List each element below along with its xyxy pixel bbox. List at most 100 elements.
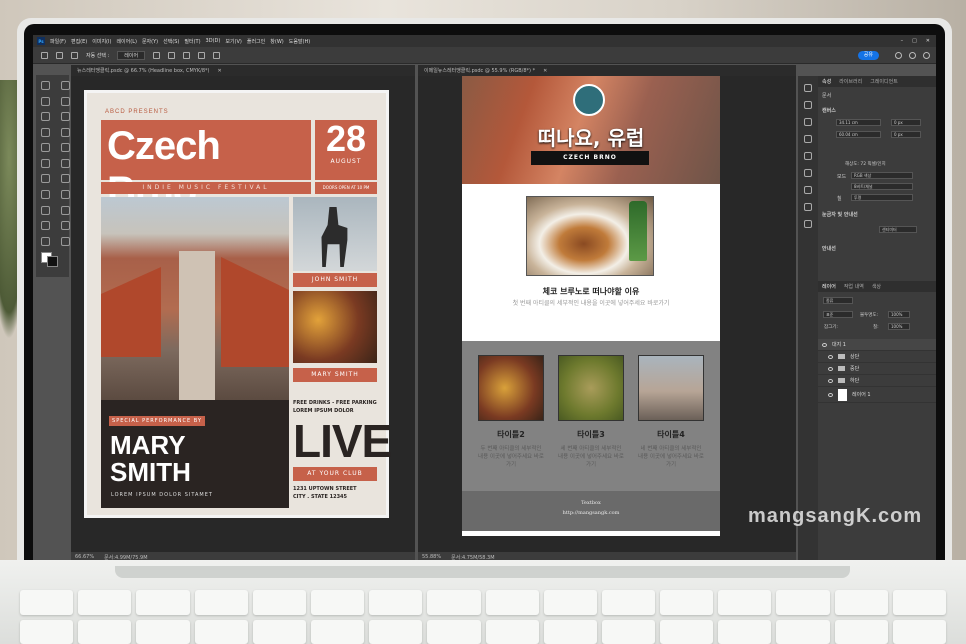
menu-plugins[interactable]: 플러그인 — [247, 38, 265, 45]
blend-mode-dropdown[interactable]: 표준 — [823, 311, 853, 318]
more-options-icon[interactable] — [213, 51, 221, 59]
eye-icon[interactable] — [828, 366, 833, 371]
footer-link[interactable]: http://mangsangk.com — [462, 508, 720, 518]
poster-artboard[interactable]: ABCD PRESENTS Czech Brno 28 AUGUST INDIE… — [84, 90, 392, 518]
zoom-icon[interactable] — [41, 236, 50, 246]
type-icon[interactable] — [41, 205, 50, 215]
layer-row[interactable]: 대지 1 — [818, 339, 936, 351]
tab-layers[interactable]: 레이어 — [822, 283, 836, 290]
info-icon[interactable] — [804, 118, 812, 126]
close-tab-icon[interactable]: ✕ — [543, 68, 547, 74]
bits-dropdown[interactable]: 8비트/채널 — [851, 183, 913, 190]
eye-icon[interactable] — [828, 392, 833, 397]
share-button[interactable]: 공유 — [857, 50, 879, 60]
layer-row[interactable]: 레이어 1 — [818, 387, 936, 403]
menu-image[interactable]: 이미지(I) — [92, 38, 111, 45]
doc2-canvas-area[interactable]: 떠나요, 유럽 CZECH BRNO 체코 브루노로 떠나야할 이유 첫 번째 … — [418, 76, 796, 552]
frame-icon[interactable] — [61, 112, 70, 122]
move-tool-icon[interactable] — [56, 51, 63, 59]
tab-color[interactable]: 색상 — [872, 283, 881, 290]
menu-window[interactable]: 창(W) — [270, 38, 283, 45]
fill2-field[interactable]: 100% — [888, 323, 910, 330]
tab-libraries[interactable]: 라이브러리 — [839, 78, 862, 85]
eyedropper-icon[interactable] — [41, 127, 50, 137]
eye-icon[interactable] — [822, 342, 827, 347]
close-icon[interactable]: ✕ — [926, 38, 930, 44]
mode-dropdown[interactable]: RGB 색상 — [851, 172, 913, 179]
menu-type[interactable]: 문자(Y) — [142, 38, 158, 45]
maximize-icon[interactable]: □ — [912, 38, 917, 44]
pen-icon[interactable] — [61, 190, 70, 200]
color-icon[interactable] — [804, 101, 812, 109]
blur-icon[interactable] — [61, 174, 70, 184]
brush-settings-icon[interactable] — [804, 152, 812, 160]
path-select-icon[interactable] — [61, 205, 70, 215]
tab-gradients[interactable]: 그레이디언트 — [870, 78, 898, 85]
distribute-icon[interactable] — [198, 51, 206, 59]
background-color[interactable] — [47, 256, 58, 268]
history-icon[interactable] — [804, 84, 812, 92]
glyphs-icon[interactable] — [804, 203, 812, 211]
shapes-icon[interactable] — [804, 220, 812, 228]
search-icon[interactable] — [895, 51, 902, 59]
newsletter-artboard[interactable]: 떠나요, 유럽 CZECH BRNO 체코 브루노로 떠나야할 이유 첫 번째 … — [462, 76, 720, 536]
stamp-icon[interactable] — [61, 143, 70, 153]
minimize-icon[interactable]: – — [901, 38, 904, 44]
tab-history[interactable]: 작업 내역 — [844, 283, 864, 290]
workspace-icon[interactable] — [923, 51, 930, 59]
menu-layer[interactable]: 레이어(L) — [116, 38, 137, 45]
help-icon[interactable] — [909, 51, 916, 59]
headline-box[interactable]: Czech Brno — [101, 120, 311, 213]
more-tools-icon[interactable] — [61, 236, 70, 246]
menu-select[interactable]: 선택(S) — [163, 38, 179, 45]
layer-dropdown[interactable]: 레이어 — [117, 50, 146, 60]
width-field[interactable]: 34.11 cm — [836, 119, 881, 126]
menu-edit[interactable]: 편집(E) — [71, 38, 87, 45]
object-select-icon[interactable] — [61, 96, 70, 106]
marquee-icon[interactable] — [61, 81, 70, 90]
eraser-icon[interactable] — [61, 158, 70, 168]
menu-view[interactable]: 보기(V) — [225, 38, 242, 45]
align-left-icon[interactable] — [153, 51, 161, 59]
opacity-field[interactable]: 100% — [888, 311, 910, 318]
doc1-tab[interactable]: 뉴스레터맹클릭.psdc @ 66.7% (Headline box, CMYK… — [71, 65, 415, 76]
doc1-canvas-area[interactable]: ABCD PRESENTS Czech Brno 28 AUGUST INDIE… — [71, 76, 415, 552]
dodge-icon[interactable] — [41, 190, 50, 200]
guides-section-label[interactable]: 안내선 — [822, 245, 836, 252]
eye-icon[interactable] — [828, 354, 833, 359]
fill-dropdown[interactable]: 투명 — [851, 194, 913, 201]
gradient-icon[interactable] — [41, 174, 50, 184]
paragraph-icon[interactable] — [804, 186, 812, 194]
hand-icon[interactable] — [61, 221, 70, 231]
close-tab-icon[interactable]: ✕ — [217, 68, 221, 74]
history-brush-icon[interactable] — [41, 158, 50, 168]
layer-row[interactable]: 상단 — [818, 351, 936, 363]
character-icon[interactable] — [804, 169, 812, 177]
rulers-section-label[interactable]: 눈금자 및 안내선 — [822, 211, 858, 218]
doc2-tab[interactable]: 이메일뉴스레터맹클릭.psdc @ 55.9% (RGB/8*) * ✕ — [418, 65, 796, 76]
auto-select-checkbox[interactable] — [71, 51, 78, 59]
home-icon[interactable] — [41, 51, 48, 59]
layer-kind-filter[interactable]: 종류 — [823, 297, 853, 304]
brush-icon[interactable] — [41, 143, 50, 153]
move-icon[interactable] — [41, 81, 50, 90]
canvas-section-label[interactable]: 캔버스 — [822, 107, 836, 114]
layer-row[interactable]: 하단 — [818, 375, 936, 387]
align-center-icon[interactable] — [168, 51, 176, 59]
menu-filter[interactable]: 필터(T) — [184, 38, 200, 45]
x-field[interactable]: 0 px — [891, 119, 921, 126]
color-swatches[interactable] — [41, 252, 58, 271]
lasso-icon[interactable] — [41, 96, 50, 106]
units-dropdown[interactable]: 센티미터 — [879, 226, 917, 233]
align-right-icon[interactable] — [183, 51, 191, 59]
menu-3d[interactable]: 3D(D) — [206, 38, 221, 44]
shape-icon[interactable] — [41, 221, 50, 231]
y-field[interactable]: 0 px — [891, 131, 921, 138]
layer-row[interactable]: 중단 — [818, 363, 936, 375]
menu-help[interactable]: 도움말(H) — [289, 38, 310, 45]
crop-icon[interactable] — [41, 112, 50, 122]
adjustments-icon[interactable] — [804, 135, 812, 143]
tab-properties[interactable]: 속성 — [822, 78, 831, 85]
eye-icon[interactable] — [828, 378, 833, 383]
menu-file[interactable]: 파일(F) — [50, 38, 66, 45]
